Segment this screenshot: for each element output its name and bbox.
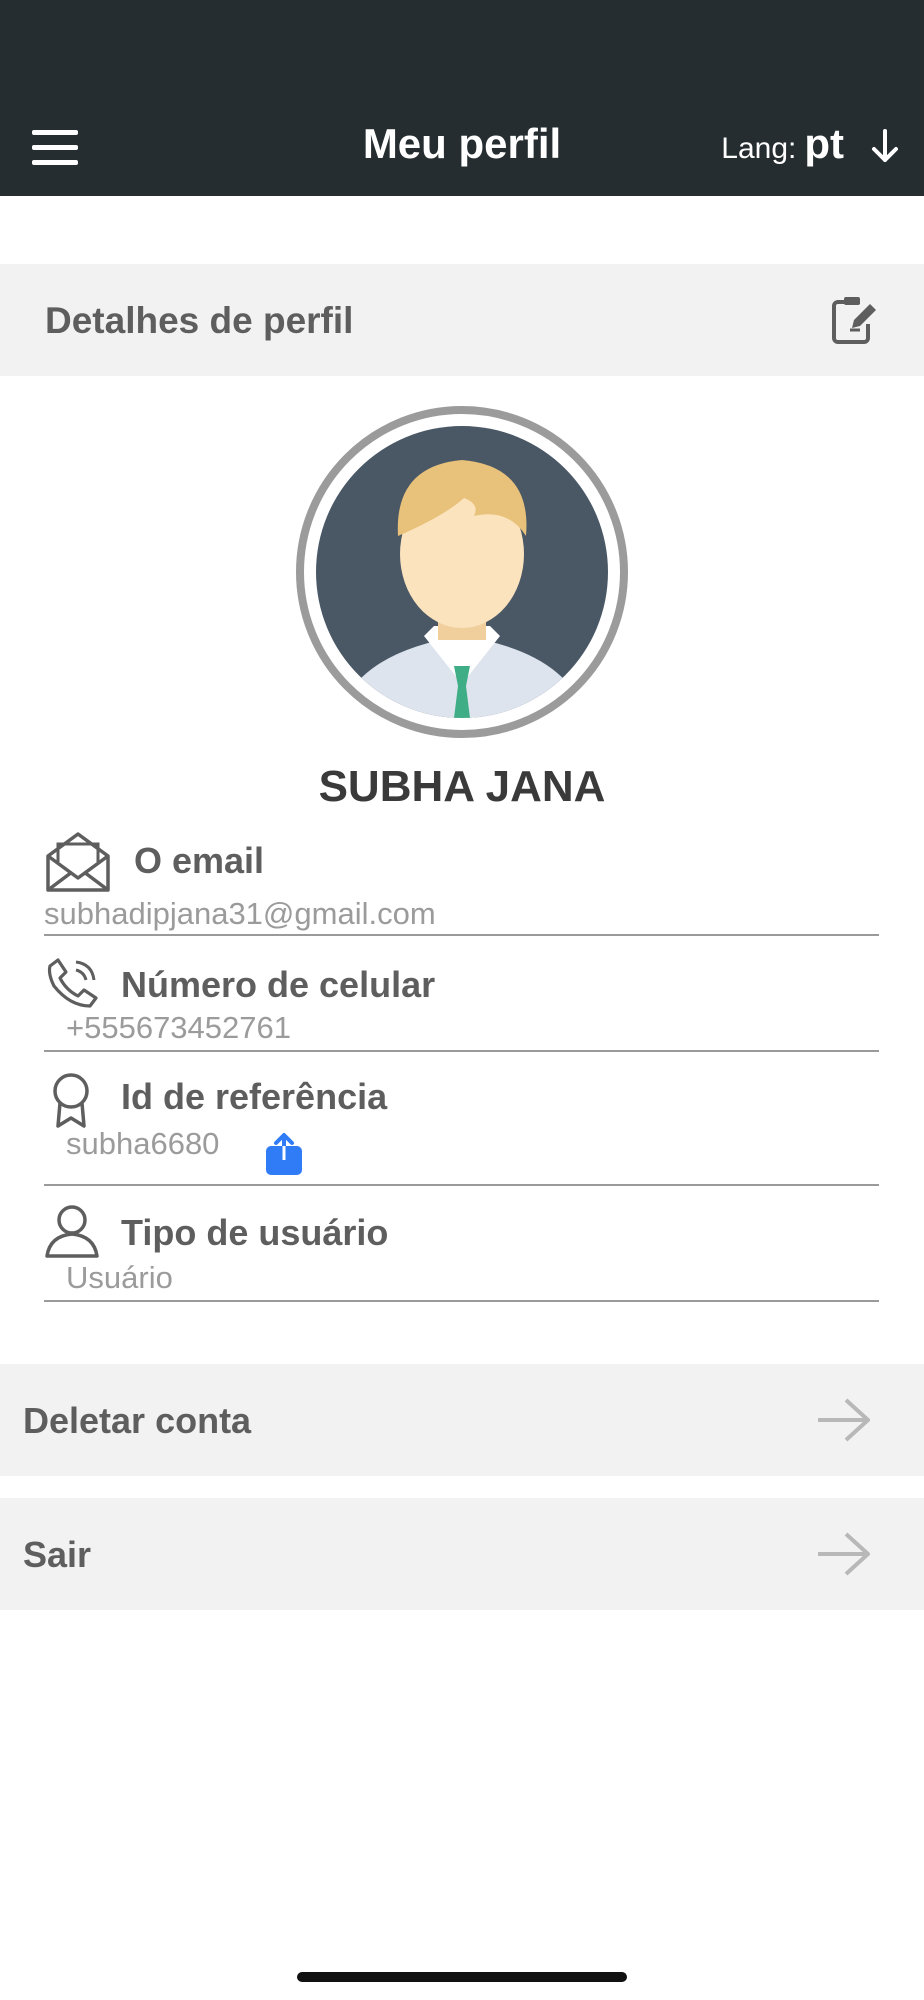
delete-account-row[interactable]: Deletar conta bbox=[0, 1364, 924, 1476]
share-referral-button[interactable] bbox=[265, 1132, 303, 1176]
arrow-right-icon bbox=[818, 1398, 870, 1442]
arrow-down-icon bbox=[872, 129, 898, 162]
referral-field: Id de referência subha6680 bbox=[44, 1052, 879, 1186]
section-title: Detalhes de perfil bbox=[45, 300, 354, 341]
lang-label: Lang: bbox=[721, 132, 797, 165]
delete-account-label: Deletar conta bbox=[23, 1400, 252, 1441]
arrow-right-icon bbox=[818, 1532, 870, 1576]
referral-value: subha6680 bbox=[66, 1126, 220, 1161]
email-value: subhadipjana31@gmail.com bbox=[44, 896, 436, 931]
open-envelope-icon bbox=[46, 832, 110, 892]
referral-label: Id de referência bbox=[121, 1076, 388, 1117]
user-type-value: Usuário bbox=[66, 1260, 173, 1295]
language-selector[interactable]: Lang: pt bbox=[721, 120, 900, 168]
lang-value: pt bbox=[804, 120, 844, 167]
user-type-field: Tipo de usuário Usuário bbox=[44, 1186, 879, 1302]
profile-details-bar: Detalhes de perfil bbox=[0, 264, 924, 376]
user-type-label: Tipo de usuário bbox=[121, 1212, 389, 1253]
phone-call-icon bbox=[47, 958, 98, 1008]
email-field: O email subhadipjana31@gmail.com bbox=[44, 820, 879, 936]
email-label: O email bbox=[134, 840, 265, 881]
app-header: Meu perfil Lang: pt bbox=[0, 0, 924, 196]
user-name: SUBHA JANA bbox=[318, 762, 606, 811]
user-outline-icon bbox=[45, 1205, 99, 1258]
award-ribbon-icon bbox=[53, 1073, 89, 1128]
phone-field: Número de celular +555673452761 bbox=[44, 936, 879, 1052]
home-indicator[interactable] bbox=[297, 1972, 627, 1982]
edit-document-icon bbox=[832, 297, 876, 344]
share-upload-icon bbox=[266, 1133, 302, 1175]
logout-row[interactable]: Sair bbox=[0, 1498, 924, 1610]
logout-label: Sair bbox=[23, 1534, 92, 1575]
phone-value: +555673452761 bbox=[66, 1010, 291, 1045]
phone-label: Número de celular bbox=[121, 964, 436, 1005]
edit-profile-button[interactable] bbox=[830, 294, 880, 351]
avatar bbox=[296, 406, 628, 738]
